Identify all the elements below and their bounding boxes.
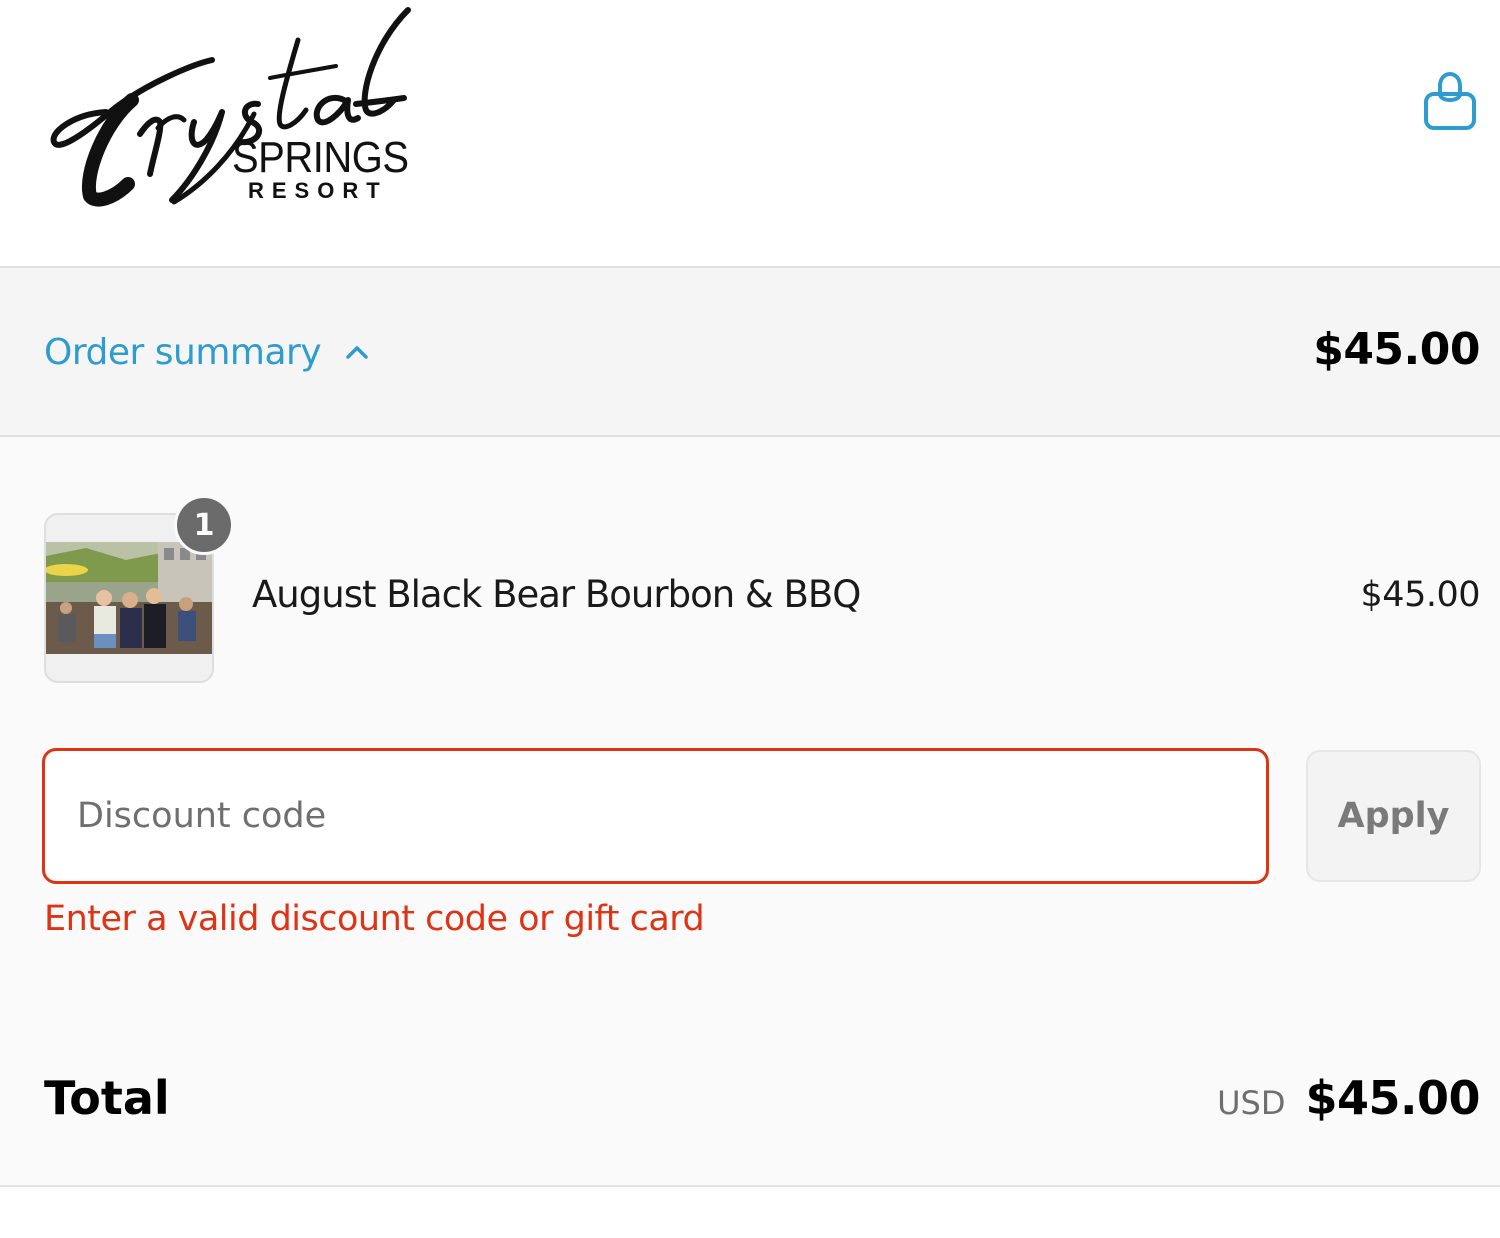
- total-amount: $45.00: [1305, 1071, 1480, 1125]
- chevron-up-icon: [346, 346, 368, 359]
- product-image: [46, 542, 212, 654]
- product-price: $45.00: [1360, 575, 1481, 615]
- apply-button[interactable]: Apply: [1306, 750, 1481, 882]
- total-value: USD $45.00: [1217, 1071, 1480, 1125]
- logo-springs-text: SPRINGS: [232, 134, 409, 182]
- crystal-springs-logo[interactable]: SPRINGS RESORT: [44, 4, 416, 210]
- discount-code-input[interactable]: [42, 748, 1269, 884]
- shopping-bag-icon: [1424, 71, 1476, 130]
- order-summary-label: Order summary: [44, 331, 322, 373]
- quantity-badge: 1: [174, 495, 234, 555]
- order-summary-bar: Order summary $45.00: [0, 266, 1500, 437]
- cart-button[interactable]: [1418, 70, 1482, 138]
- order-summary-toggle[interactable]: Order summary: [44, 326, 371, 378]
- total-label: Total: [44, 1071, 170, 1125]
- product-thumbnail: 1: [44, 495, 234, 683]
- product-name: August Black Bear Bourbon & BBQ: [252, 573, 861, 616]
- order-summary-total: $45.00: [1313, 324, 1480, 375]
- discount-error-message: Enter a valid discount code or gift card: [44, 899, 705, 939]
- order-summary-panel: 1 August Black Bear Bourbon & BBQ $45.00…: [0, 437, 1500, 1187]
- logo-resort-text: RESORT: [248, 178, 388, 203]
- total-currency: USD: [1217, 1084, 1286, 1122]
- header: SPRINGS RESORT: [0, 0, 1500, 266]
